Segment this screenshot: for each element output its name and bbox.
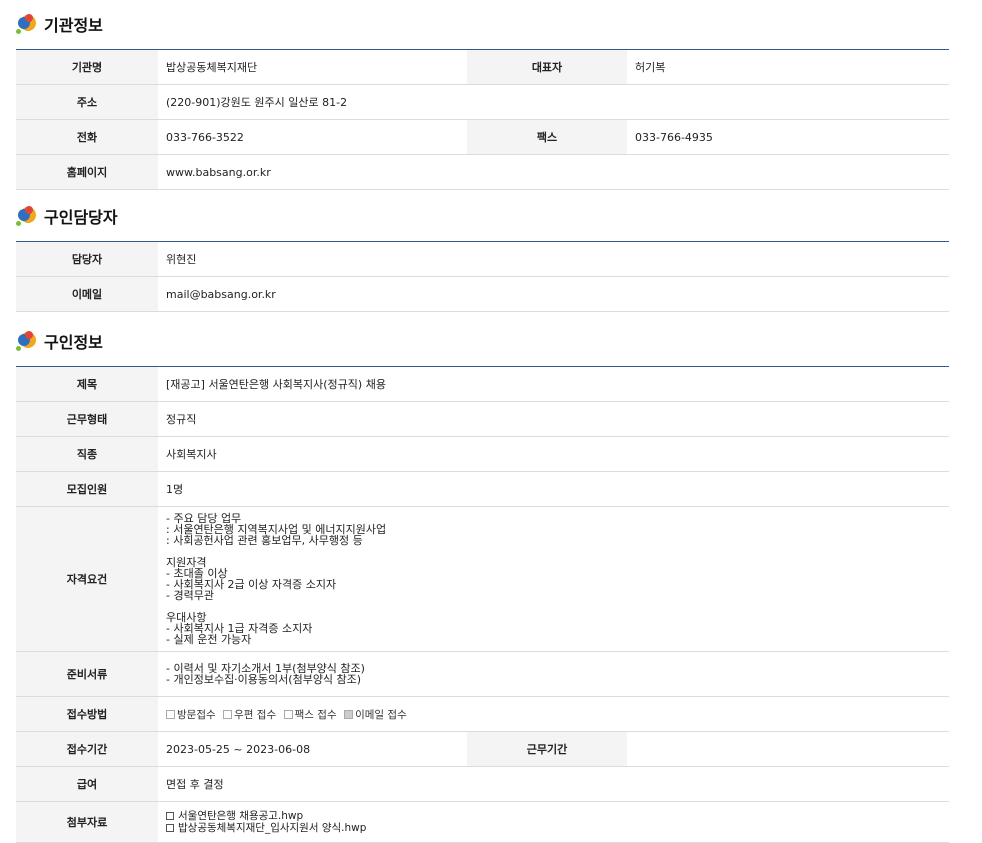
contact-info-table: 담당자 위현진 이메일 mail@babsang.or.kr	[16, 241, 949, 312]
fax-label: 팩스	[467, 119, 627, 155]
table-row: 급여 면접 후 결정	[16, 766, 949, 802]
org-name-value: 밥상공동체복지재단	[158, 49, 467, 85]
section-title-job: 구인정보	[16, 329, 103, 353]
apply-method-post-checkbox[interactable]: 우편 접수	[223, 707, 276, 722]
period-value: 2023-05-25 ~ 2023-06-08	[158, 731, 467, 767]
file-icon	[166, 824, 174, 832]
section-logo-icon	[16, 13, 38, 35]
ceo-value: 허기복	[627, 49, 949, 85]
category-label: 직종	[16, 436, 158, 472]
headcount-value: 1명	[158, 471, 949, 507]
apply-method-value: 방문접수 우편 접수 팩스 접수 이메일 접수	[158, 696, 949, 732]
table-row: 자격요건 - 주요 담당 업무 : 서울연탄은행 지역복지사업 및 에너지지원사…	[16, 506, 949, 652]
table-row: 접수방법 방문접수 우편 접수 팩스 접수 이메일 접수	[16, 696, 949, 732]
section-logo-icon	[16, 205, 38, 227]
homepage-label: 홈페이지	[16, 154, 158, 190]
attachments-label: 첨부자료	[16, 801, 158, 843]
apply-method-label: 접수방법	[16, 696, 158, 732]
apply-method-fax-checkbox[interactable]: 팩스 접수	[283, 707, 337, 722]
table-row: 제목 [재공고] 서울연탄은행 사회복지사(정규직) 채용	[16, 366, 949, 402]
salary-value: 면접 후 결정	[158, 766, 949, 802]
email-link[interactable]: mail@babsang.or.kr	[158, 276, 949, 312]
apply-method-visit-checkbox[interactable]: 방문접수	[166, 707, 216, 722]
table-row: 홈페이지 www.babsang.or.kr	[16, 154, 949, 190]
table-row: 담당자 위현진	[16, 241, 949, 277]
work-period-label: 근무기간	[467, 731, 627, 767]
work-period-value	[627, 731, 949, 767]
section-title-text: 구인정보	[44, 333, 103, 352]
table-row: 이메일 mail@babsang.or.kr	[16, 276, 949, 312]
documents-label: 준비서류	[16, 651, 158, 697]
person-label: 담당자	[16, 241, 158, 277]
attachments-value: 서울연탄은행 채용공고.hwp 밥상공동체복지재단_입사지원서 양식.hwp	[158, 801, 949, 843]
phone-value: 033-766-3522	[158, 119, 467, 155]
section-title-org: 기관정보	[16, 12, 103, 36]
person-value: 위현진	[158, 241, 949, 277]
table-row: 모집인원 1명	[16, 471, 949, 507]
table-row: 근무형태 정규직	[16, 401, 949, 437]
address-value: (220-901)강원도 원주시 일산로 81-2	[158, 84, 949, 120]
worktype-value: 정규직	[158, 401, 949, 437]
section-logo-icon	[16, 330, 38, 352]
org-info-table: 기관명 밥상공동체복지재단 대표자 허기복 주소 (220-901)강원도 원주…	[16, 49, 949, 190]
apply-method-email-checkbox[interactable]: 이메일 접수	[344, 707, 407, 722]
ceo-label: 대표자	[467, 49, 627, 85]
table-row: 주소 (220-901)강원도 원주시 일산로 81-2	[16, 84, 949, 120]
address-label: 주소	[16, 84, 158, 120]
period-label: 접수기간	[16, 731, 158, 767]
checkbox-checked-icon	[344, 710, 354, 719]
table-row: 기관명 밥상공동체복지재단 대표자 허기복	[16, 49, 949, 85]
fax-value: 033-766-4935	[627, 119, 949, 155]
attachment-link[interactable]: 서울연탄은행 채용공고.hwp	[166, 810, 948, 822]
table-row: 직종 사회복지사	[16, 436, 949, 472]
table-row: 첨부자료 서울연탄은행 채용공고.hwp 밥상공동체복지재단_입사지원서 양식.…	[16, 801, 949, 843]
table-row: 접수기간 2023-05-25 ~ 2023-06-08 근무기간	[16, 731, 949, 767]
worktype-label: 근무형태	[16, 401, 158, 437]
checkbox-icon	[223, 710, 233, 719]
documents-value: - 이력서 및 자기소개서 1부(첨부양식 참조) - 개인정보수집·이용동의서…	[158, 651, 949, 697]
table-row: 준비서류 - 이력서 및 자기소개서 1부(첨부양식 참조) - 개인정보수집·…	[16, 651, 949, 697]
section-title-text: 기관정보	[44, 16, 103, 35]
qualification-label: 자격요건	[16, 506, 158, 652]
email-label: 이메일	[16, 276, 158, 312]
subject-label: 제목	[16, 366, 158, 402]
section-title-text: 구인담당자	[44, 208, 118, 227]
qualification-value: - 주요 담당 업무 : 서울연탄은행 지역복지사업 및 에너지지원사업 : 사…	[158, 506, 949, 652]
category-value: 사회복지사	[158, 436, 949, 472]
file-icon	[166, 812, 174, 820]
homepage-link[interactable]: www.babsang.or.kr	[158, 154, 949, 190]
headcount-label: 모집인원	[16, 471, 158, 507]
salary-label: 급여	[16, 766, 158, 802]
checkbox-icon	[166, 710, 175, 719]
table-row: 전화 033-766-3522 팩스 033-766-4935	[16, 119, 949, 155]
attachment-link[interactable]: 밥상공동체복지재단_입사지원서 양식.hwp	[166, 822, 948, 834]
job-info-table: 제목 [재공고] 서울연탄은행 사회복지사(정규직) 채용 근무형태 정규직 직…	[16, 366, 949, 843]
org-name-label: 기관명	[16, 49, 158, 85]
phone-label: 전화	[16, 119, 158, 155]
checkbox-icon	[283, 710, 293, 719]
subject-value: [재공고] 서울연탄은행 사회복지사(정규직) 채용	[158, 366, 949, 402]
section-title-contact: 구인담당자	[16, 204, 118, 228]
